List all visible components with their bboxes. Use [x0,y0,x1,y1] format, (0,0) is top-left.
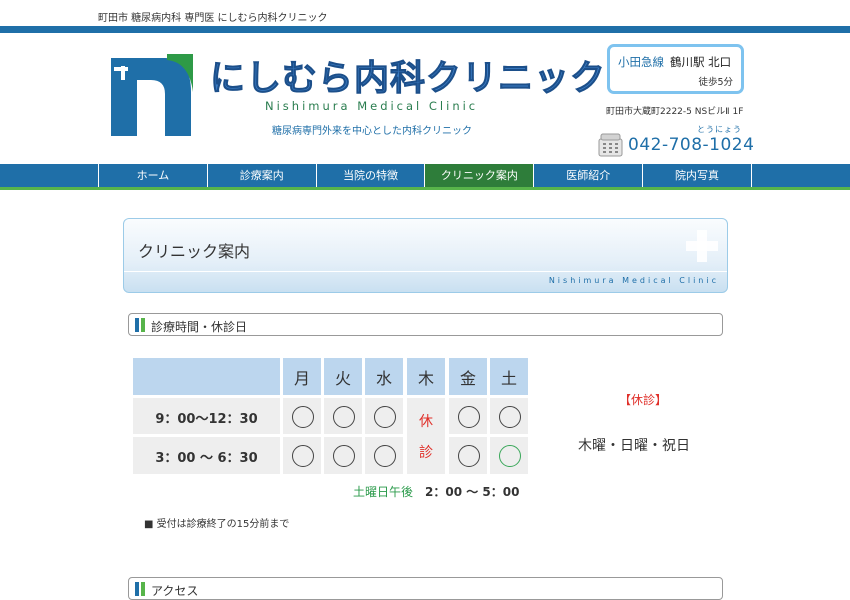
clinic-name-english: Nishimura Medical Clinic [265,99,479,113]
heading-bars-icon [135,582,145,596]
open-circle-icon [458,406,480,428]
clinic-address: 町田市大蔵町2222-5 NSビルⅡ 1F [606,107,744,117]
open-circle-icon [374,406,396,428]
day-label: 金 [459,369,476,388]
closed-char-1: 休 [419,414,433,430]
phone-number[interactable]: 042-708-1024 [628,135,754,155]
telephone-icon [598,133,623,157]
reception-note: ■ 受付は診療終了の15分前まで [144,519,290,530]
clinic-logo-icon[interactable] [107,52,195,142]
holiday-label: 【休診】 [619,393,668,407]
phone-ruby: とうにょう [697,125,742,134]
heading-bars-icon [135,318,145,332]
train-line: 小田急線 [618,55,664,69]
day-header-fri: 金 [449,358,487,395]
slot-sat-am [490,398,528,434]
slot-sat-pm [490,437,528,474]
nav-item-photos[interactable]: 院内写真 [643,164,752,187]
access-line: 小田急線 鶴川駅 北口 [618,54,731,70]
slot-fri-pm [449,437,487,474]
top-bar: 町田市 糖尿病内科 専門医 にしむら内科クリニック [0,0,850,26]
open-circle-icon [333,445,355,467]
saturday-note-label: 土曜日午後 [353,485,414,499]
page-header-banner: クリニック案内 Nishimura Medical Clinic [123,218,728,293]
nav-item-clinic-info[interactable]: クリニック案内 [425,164,535,187]
section-title: アクセス [151,584,199,598]
walk-time: 徒歩5分 [698,77,733,88]
header-stripe [0,26,850,33]
time-label: 9：00〜12：30 [155,412,258,427]
page-subtitle: Nishimura Medical Clinic [548,276,719,285]
station-name: 鶴川駅 北口 [670,55,732,69]
slot-wed-am [365,398,403,434]
slot-tue-pm [324,437,362,474]
open-circle-icon [292,445,314,467]
nav-item-features[interactable]: 当院の特徴 [317,164,426,187]
table-corner-cell [133,358,280,395]
day-header-mon: 月 [283,358,321,395]
time-cell-afternoon: 3：00 〜 6：30 [133,437,280,474]
day-header-sat: 土 [490,358,528,395]
slot-mon-pm [283,437,321,474]
slot-mon-am [283,398,321,434]
day-label: 土 [500,369,517,388]
section-heading-hours: 診療時間・休診日 [128,313,723,336]
medical-cross-icon [686,230,718,262]
open-circle-icon [292,406,314,428]
page-title: クリニック案内 [138,242,251,261]
slot-thu-closed: 休 診 [407,398,445,474]
open-circle-icon [458,445,480,467]
open-circle-icon [333,406,355,428]
day-label: 火 [334,369,351,388]
section-title: 診療時間・休診日 [151,320,248,334]
clinic-name-title[interactable]: にしむら内科クリニック [209,50,606,101]
nav-item-medical-info[interactable]: 診療案内 [208,164,317,187]
time-cell-morning: 9：00〜12：30 [133,398,280,434]
time-label: 3：00 〜 6：30 [155,451,258,466]
slot-wed-pm [365,437,403,474]
day-header-tue: 火 [324,358,362,395]
nav-item-home[interactable]: ホーム [99,164,208,187]
saturday-circle-icon [499,445,521,467]
site-tagline: 町田市 糖尿病内科 専門医 にしむら内科クリニック [98,13,328,24]
day-header-thu: 木 [407,358,445,395]
slot-tue-am [324,398,362,434]
main-nav: ホーム 診療案内 当院の特徴 クリニック案内 医師紹介 院内写真 [0,164,850,190]
closed-char-2: 診 [419,445,433,461]
saturday-note: 土曜日午後 2：00 〜 5：00 [353,483,519,500]
day-header-wed: 水 [365,358,403,395]
saturday-note-time: 2：00 〜 5：00 [425,485,520,499]
open-circle-icon [499,406,521,428]
day-label: 水 [375,369,392,388]
banner-divider [124,271,727,272]
nav-item-doctor[interactable]: 医師紹介 [534,164,644,187]
open-circle-icon [374,445,396,467]
day-label: 月 [293,369,310,388]
slot-fri-am [449,398,487,434]
access-box: 小田急線 鶴川駅 北口 徒歩5分 [607,44,744,94]
holiday-days: 木曜・日曜・祝日 [578,438,690,454]
section-heading-access: アクセス [128,577,723,600]
day-label: 木 [417,369,434,388]
nav-items: ホーム 診療案内 当院の特徴 クリニック案内 医師紹介 院内写真 [98,164,752,187]
clinic-description: 糖尿病専門外来を中心とした内科クリニック [272,126,472,137]
